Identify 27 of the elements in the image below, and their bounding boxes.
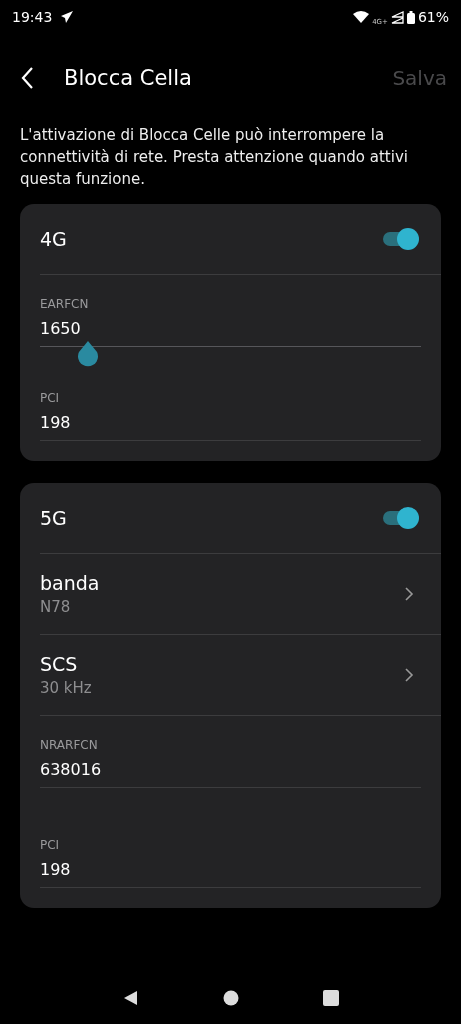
paper-plane-icon	[60, 10, 75, 24]
recents-icon[interactable]	[323, 990, 340, 1006]
page-title: Blocca Cella	[64, 66, 192, 90]
input-field[interactable]: 198	[40, 413, 421, 441]
input-field[interactable]: 198	[40, 860, 421, 888]
field-label: PCI	[40, 838, 61, 852]
chevron-right-icon	[403, 667, 415, 683]
home-icon[interactable]	[223, 990, 240, 1006]
signal-icon	[390, 10, 404, 24]
warning-text: L'attivazione di Blocca Celle può interrompere la connettività di rete. Presta attenzione quando attivi questa funzione.	[20, 125, 409, 190]
toggle-switch[interactable]	[383, 507, 419, 529]
cursor-handle[interactable]	[77, 341, 99, 367]
section-title: 4G	[40, 228, 67, 250]
picker-row[interactable]: SCS 30 kHz	[40, 635, 441, 716]
wifi-icon	[353, 11, 370, 23]
chevron-right-icon	[403, 586, 415, 602]
input-field[interactable]: 1650	[40, 319, 421, 347]
field-label: EARFCN	[40, 297, 90, 311]
battery-icon	[406, 10, 415, 24]
field-label: NRARFCN	[40, 738, 99, 752]
picker-row[interactable]: banda N78	[40, 554, 441, 635]
status-time: 19:43	[12, 9, 53, 25]
input-field[interactable]: 638016	[40, 760, 421, 788]
toggle-switch[interactable]	[383, 228, 419, 250]
field-label: PCI	[40, 391, 61, 405]
section-title: 5G	[40, 507, 67, 529]
battery-level: 61%	[417, 9, 449, 25]
